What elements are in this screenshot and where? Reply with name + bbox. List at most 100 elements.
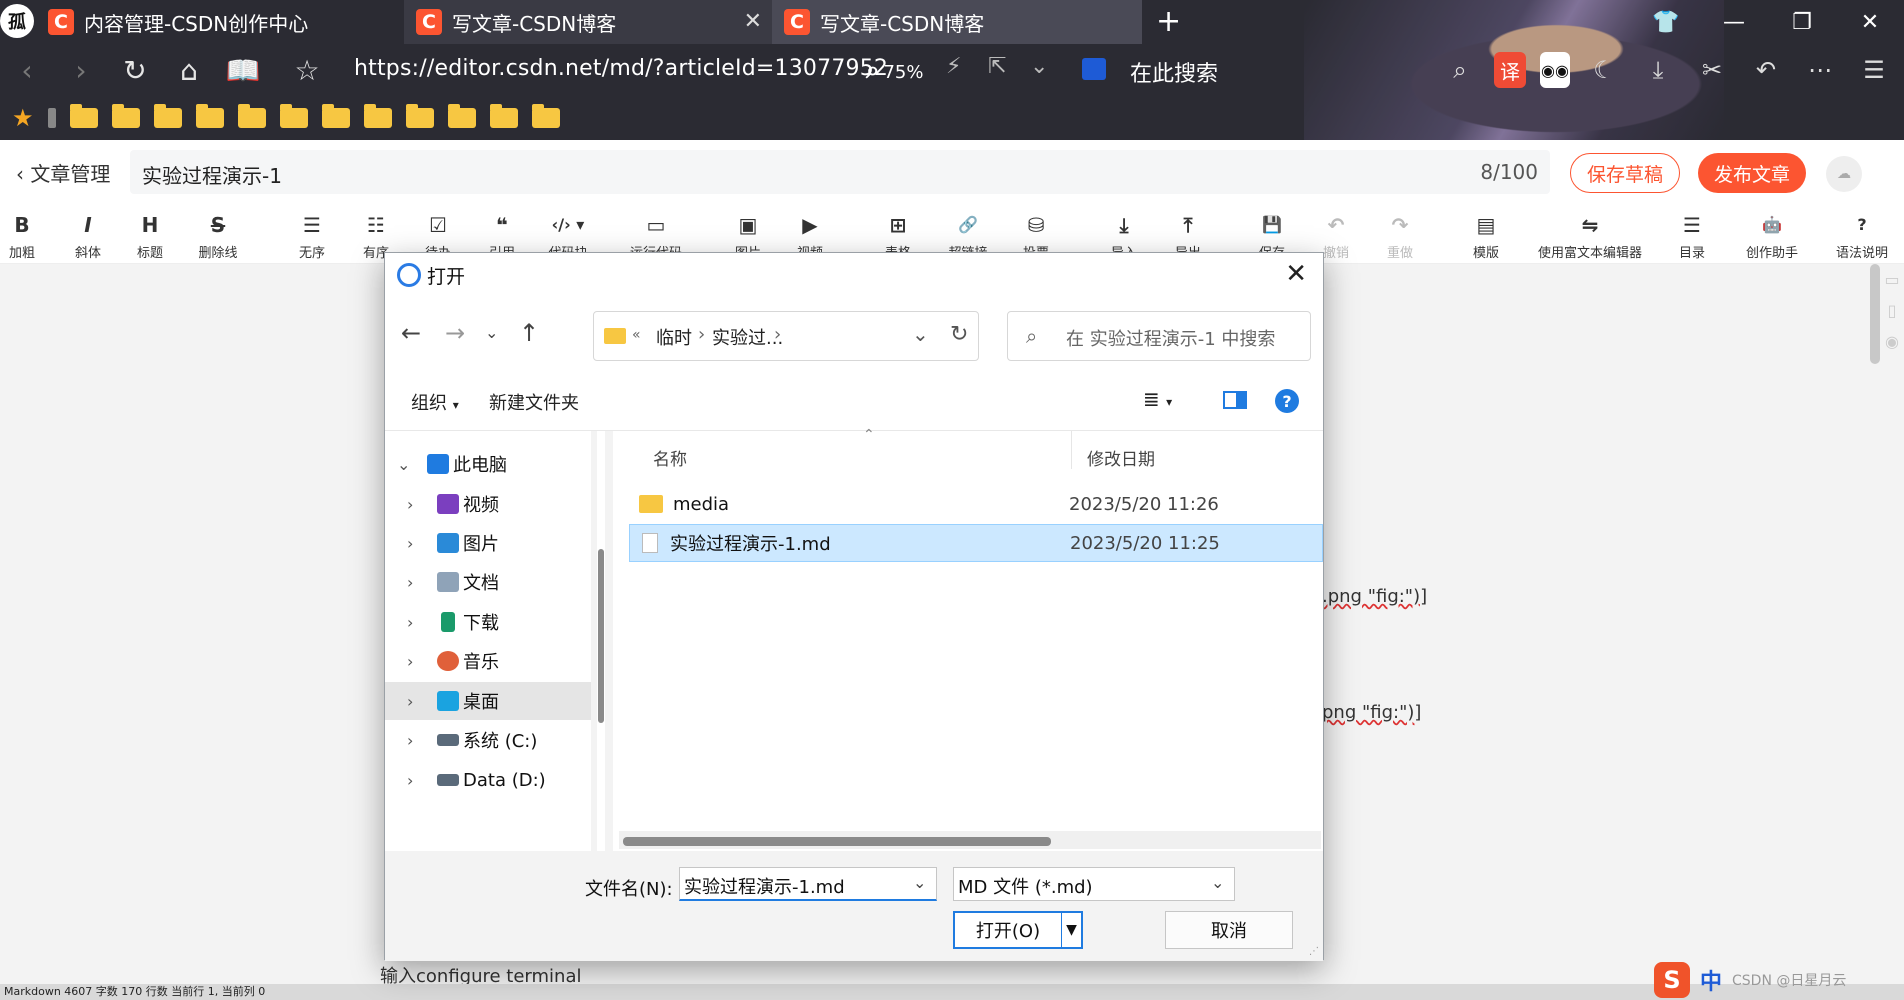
filetype-dropdown-icon[interactable]: ⌄ bbox=[1211, 873, 1224, 892]
editor-scrollbar[interactable] bbox=[1870, 264, 1880, 364]
bookmark-folder-icon[interactable] bbox=[153, 104, 182, 128]
column-header-modified[interactable]: 修改日期 bbox=[1087, 445, 1155, 470]
breadcrumb-separator[interactable]: › bbox=[774, 324, 781, 345]
open-button[interactable]: 打开(O) ▼ bbox=[953, 911, 1083, 949]
tree-item-this-pc[interactable]: ⌄ 此电脑 bbox=[385, 445, 591, 483]
tree-item-drive-d[interactable]: › Data (D:) bbox=[385, 761, 591, 799]
filename-dropdown-icon[interactable]: ⌄ bbox=[913, 873, 926, 892]
expand-chevron-icon[interactable]: › bbox=[407, 771, 425, 790]
search-box[interactable]: 在此搜索 bbox=[1130, 56, 1218, 88]
tab-close-icon[interactable]: ✕ bbox=[744, 9, 762, 34]
tab-write-article-2[interactable]: C 写文章-CSDN博客 bbox=[772, 0, 1142, 44]
new-folder-button[interactable]: 新建文件夹 bbox=[489, 389, 579, 415]
tree-item-drive-c[interactable]: › 系统 (C:) bbox=[385, 721, 591, 759]
resize-grip-icon[interactable]: ⋰ bbox=[1309, 946, 1319, 957]
tool-template[interactable]: ▤ 模版 bbox=[1454, 212, 1518, 261]
recent-chevron-icon[interactable]: ⌄ bbox=[485, 323, 498, 342]
ime-mode[interactable]: 中 bbox=[1700, 964, 1722, 996]
bookmark-folder-icon[interactable] bbox=[321, 104, 350, 128]
tool-rich-text-editor[interactable]: ⇋ 使用富文本编辑器 bbox=[1530, 212, 1650, 261]
tool-heading[interactable]: H 标题 bbox=[118, 212, 182, 261]
reader-icon[interactable]: 📖 bbox=[216, 44, 270, 96]
tree-item-pictures[interactable]: › 图片 bbox=[385, 524, 591, 562]
tool-writing-assistant[interactable]: 🤖 创作助手 bbox=[1736, 212, 1808, 261]
article-management-link[interactable]: ‹ 文章管理 bbox=[16, 158, 110, 187]
expand-chevron-icon[interactable]: › bbox=[407, 573, 425, 592]
address-bar[interactable]: https://editor.csdn.net/md/?articleId=13… bbox=[354, 56, 888, 81]
split-icon[interactable]: ▯ bbox=[1880, 301, 1904, 320]
new-tab-button[interactable]: + bbox=[1156, 4, 1181, 39]
expand-chevron-icon[interactable]: › bbox=[407, 731, 425, 750]
cancel-button[interactable]: 取消 bbox=[1165, 911, 1293, 949]
forward-arrow-icon[interactable]: → bbox=[445, 319, 465, 347]
file-row-md[interactable]: 实验过程演示-1.md 2023/5/20 11:25 bbox=[629, 524, 1323, 562]
bookmark-folder-icon[interactable] bbox=[447, 104, 476, 128]
refresh-icon[interactable]: ↻ bbox=[950, 322, 968, 347]
tool-unordered-list[interactable]: ☰ 无序 bbox=[280, 212, 344, 261]
expand-chevron-icon[interactable]: › bbox=[407, 534, 425, 553]
bookmark-star-icon[interactable]: ☆ bbox=[280, 44, 334, 96]
forward-icon[interactable]: › bbox=[54, 44, 108, 96]
tree-scrollbar[interactable] bbox=[597, 431, 605, 851]
lightning-icon[interactable]: ⚡ bbox=[946, 54, 961, 79]
tree-item-documents[interactable]: › 文档 bbox=[385, 563, 591, 601]
breadcrumb-item[interactable]: 临时 bbox=[656, 324, 692, 350]
sogou-ime-icon[interactable]: S bbox=[1654, 962, 1690, 998]
bookmark-folder-icon[interactable] bbox=[237, 104, 266, 128]
folder-search-input[interactable]: ⌕ 在 实验过程演示-1 中搜索 bbox=[1007, 311, 1311, 361]
share-icon[interactable]: ⇱ bbox=[988, 54, 1006, 79]
breadcrumb-item[interactable]: 实验过... bbox=[712, 324, 783, 350]
close-icon[interactable]: ✕ bbox=[1285, 259, 1307, 289]
preview-icon[interactable]: ◉ bbox=[1880, 332, 1904, 351]
phone-icon[interactable] bbox=[47, 108, 56, 128]
overflow-chevron[interactable]: « bbox=[632, 327, 641, 343]
search-icon[interactable]: ⌕ bbox=[1440, 52, 1480, 88]
tool-syntax-help[interactable]: ? 语法说明 bbox=[1826, 212, 1898, 261]
tool-redo[interactable]: ↷ 重做 bbox=[1368, 212, 1432, 261]
column-divider[interactable] bbox=[1071, 431, 1072, 469]
skin-icon[interactable]: 👕 bbox=[1632, 0, 1700, 44]
help-icon[interactable]: ? bbox=[1275, 389, 1299, 413]
expand-chevron-icon[interactable]: › bbox=[407, 652, 425, 671]
night-mode-icon[interactable]: ☾ bbox=[1584, 52, 1624, 88]
search-engine-icon[interactable] bbox=[1082, 58, 1106, 80]
more-icon[interactable]: ⋯ bbox=[1800, 52, 1840, 88]
filetype-select[interactable]: MD 文件 (*.md) bbox=[953, 867, 1235, 901]
tool-strikethrough[interactable]: S 删除线 bbox=[186, 212, 250, 261]
back-icon[interactable]: ‹ bbox=[0, 44, 54, 96]
expand-chevron-icon[interactable]: › bbox=[407, 692, 425, 711]
home-icon[interactable]: ⌂ bbox=[162, 44, 216, 96]
user-avatar[interactable]: ☁ bbox=[1826, 156, 1862, 192]
up-arrow-icon[interactable]: ↑ bbox=[519, 319, 539, 347]
favorites-star-icon[interactable]: ★ bbox=[12, 104, 34, 132]
bookmark-folder-icon[interactable] bbox=[363, 104, 392, 128]
undo-icon[interactable]: ↶ bbox=[1746, 52, 1786, 88]
column-header-name[interactable]: 名称 bbox=[653, 445, 687, 470]
organize-button[interactable]: 组织 ▾ bbox=[411, 389, 459, 415]
menu-icon[interactable]: ☰ bbox=[1854, 52, 1894, 88]
article-title-input[interactable]: 实验过程演示-1 8/100 bbox=[130, 150, 1550, 194]
save-draft-button[interactable]: 保存草稿 bbox=[1570, 153, 1680, 193]
tool-bold[interactable]: B 加粗 bbox=[0, 212, 54, 261]
close-window-icon[interactable]: ✕ bbox=[1836, 0, 1904, 44]
layout-icon[interactable]: ▭ bbox=[1880, 270, 1904, 289]
tree-item-downloads[interactable]: › 下载 bbox=[385, 603, 591, 641]
address-dropdown-icon[interactable]: ⌄ bbox=[912, 322, 929, 346]
publish-button[interactable]: 发布文章 bbox=[1698, 153, 1806, 193]
tree-item-videos[interactable]: › 视频 bbox=[385, 485, 591, 523]
bookmark-folder-icon[interactable] bbox=[279, 104, 308, 128]
restore-icon[interactable]: ❐ bbox=[1768, 0, 1836, 44]
bookmark-folder-icon[interactable] bbox=[69, 104, 98, 128]
bookmark-folder-icon[interactable] bbox=[531, 104, 560, 128]
zoom-indicator[interactable]: ⌕ 75% bbox=[866, 56, 923, 84]
expand-chevron-icon[interactable]: › bbox=[407, 495, 425, 514]
bookmark-folder-icon[interactable] bbox=[489, 104, 518, 128]
bookmark-folder-icon[interactable] bbox=[405, 104, 434, 128]
expand-chevron-icon[interactable]: › bbox=[407, 613, 425, 632]
breadcrumb-separator[interactable]: › bbox=[698, 324, 705, 345]
tool-italic[interactable]: I 斜体 bbox=[56, 212, 120, 261]
incognito-icon[interactable]: ◉◉ bbox=[1540, 52, 1570, 88]
minimize-icon[interactable]: — bbox=[1700, 0, 1768, 44]
tree-item-desktop[interactable]: › 桌面 bbox=[385, 682, 591, 720]
reload-icon[interactable]: ↻ bbox=[108, 44, 162, 96]
